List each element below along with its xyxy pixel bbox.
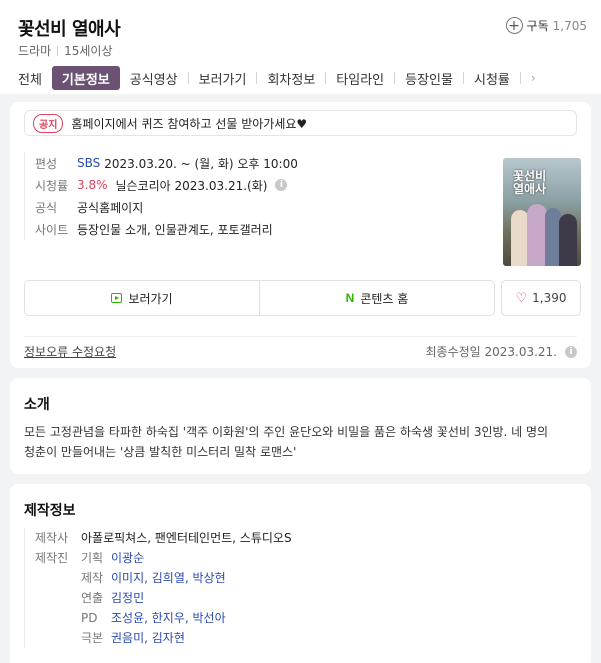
production-value: 아폴로픽쳐스, 팬엔터테인먼트, 스튜디오S [81,531,292,545]
role-value[interactable]: 이광순 [111,548,144,568]
role-label: 연출 [81,591,104,605]
rating-text: 15세이상 [64,44,113,58]
like-count: 1,390 [532,291,567,305]
poster-figure [559,214,577,266]
action-bar: 보러가기 N 콘텐츠 홈 ♡ 1,390 [24,280,581,316]
info-icon[interactable]: i [275,179,288,191]
contents-label: 콘텐츠 홈 [360,291,409,306]
role-row: 제작 이미지, 김희열, 박상현 [81,568,226,588]
tab-characters[interactable]: 등장인물 [395,66,463,90]
subscribe-count: 1,705 [552,18,587,33]
tab-all[interactable]: 전체 [8,66,52,90]
official-homepage-link[interactable]: 공식홈페이지 [77,199,143,216]
section-title: 제작정보 [24,503,76,519]
tab-episodes[interactable]: 회차정보 [257,66,325,90]
genre-text[interactable]: 드라마 [18,44,51,58]
ratings-source: 닐슨코리아 2023.03.21.(화) [115,178,268,193]
tab-official-video[interactable]: 공식영상 [120,66,188,90]
site-links[interactable]: 등장인물 소개, 인물관계도, 포토갤러리 [77,221,273,238]
role-row: 연출 김정민 [81,588,226,608]
staff-roles: 기획 이광순 제작 이미지, 김희열, 박상현 연출 김정민 PD 조성윤, 한… [81,548,226,648]
role-label: 극본 [81,631,104,645]
updated-date: 최종수정일 2023.03.21. i [425,343,577,360]
page-title: 꽃선비 열애사 [18,19,121,40]
role-row: 극본 권음미, 김자현 [81,628,226,648]
info-row-ratings: 시청률 3.8% 닐슨코리아 2023.03.21.(화) i [35,174,484,196]
info-label: 편성 [35,156,58,171]
updated-label: 최종수정일 2023.03.21. [425,345,557,359]
info-icon[interactable]: i [565,345,577,358]
like-button[interactable]: ♡ 1,390 [501,280,581,316]
info-label: 공식 [35,200,58,215]
chevron-right-icon[interactable]: › [521,71,536,85]
production-label: 제작진 [35,551,69,565]
tab-timeline[interactable]: 타임라인 [326,66,394,90]
header: 꽃선비 열애사 드라마 15세이상 + 구독 1,705 전체 기본정보 공식영상… [0,0,601,94]
notice-text: 홈페이지에서 퀴즈 참여하고 선물 받아가세요♥ [71,116,308,131]
action-group: 보러가기 N 콘텐츠 홈 [24,280,495,316]
info-value: 3.8% 닐슨코리아 2023.03.21.(화) i [77,177,288,194]
poster-image[interactable]: 꽃선비 열애사 [503,158,581,266]
contents-home-button[interactable]: N 콘텐츠 홈 [259,281,494,315]
section-title: 소개 [24,397,50,413]
subscribe-label: 구독 [526,19,549,33]
schedule-text: 2023.03.20. ~ (월, 화) 오후 10:00 [104,156,298,171]
plus-icon: + [505,17,523,34]
info-value: SBS 2023.03.20. ~ (월, 화) 오후 10:00 [77,155,298,172]
role-row: PD 조성윤, 한지우, 박선아 [81,608,226,628]
play-icon [111,293,123,303]
tab-basic-info[interactable]: 기본정보 [51,66,120,90]
subscribe-button[interactable]: + 구독 1,705 [505,17,587,34]
tab-bar: 전체 기본정보 공식영상 보러가기 회차정보 타임라인 등장인물 시청률 › [8,66,601,90]
intro-card: 소개 모든 고정관념을 타파한 하숙집 '객주 이화원'의 주인 윤단오와 비밀… [10,378,591,474]
info-row-official: 공식 공식홈페이지 [35,196,484,218]
watch-button[interactable]: 보러가기 [25,281,259,315]
notice-badge: 공지 [33,113,64,133]
naver-n-icon: N [345,291,355,305]
role-value[interactable]: 조성윤, 한지우, 박선아 [111,608,226,628]
channel-link[interactable]: SBS [77,156,100,170]
role-label: 제작 [81,571,104,585]
report-error-link[interactable]: 정보오류 수정요청 [24,343,116,360]
divider [57,46,59,56]
info-card: 공지 홈페이지에서 퀴즈 참여하고 선물 받아가세요♥ 편성 SBS 2023.… [10,102,591,368]
watch-label: 보러가기 [128,291,173,306]
role-value[interactable]: 권음미, 김자현 [111,628,185,648]
production-label: 제작사 [35,531,69,545]
production-row-staff: 제작진 기획 이광순 제작 이미지, 김희열, 박상현 연출 김정민 PD 조성… [35,548,577,648]
notice-banner[interactable]: 공지 홈페이지에서 퀴즈 참여하고 선물 받아가세요♥ [24,110,577,136]
synopsis-text: 모든 고정관념을 타파한 하숙집 '객주 이화원'의 주인 윤단오와 비밀을 품… [24,425,549,459]
role-value[interactable]: 이미지, 김희열, 박상현 [111,568,226,588]
ratings-value[interactable]: 3.8% [77,178,108,192]
poster-figure [527,204,547,266]
poster-title: 꽃선비 열애사 [513,169,547,196]
production-list: 제작사 아폴로픽쳐스, 팬엔터테인먼트, 스튜디오S 제작진 기획 이광순 제작… [24,528,577,648]
meta-line: 드라마 15세이상 [18,42,113,59]
info-label: 시청률 [35,178,69,193]
role-label: PD [81,611,98,625]
production-row-company: 제작사 아폴로픽쳐스, 팬엔터테인먼트, 스튜디오S [35,528,577,548]
info-row-broadcast: 편성 SBS 2023.03.20. ~ (월, 화) 오후 10:00 [35,152,484,174]
tab-watch[interactable]: 보러가기 [189,66,257,90]
role-value[interactable]: 김정민 [111,588,144,608]
info-footer: 정보오류 수정요청 최종수정일 2023.03.21. i [24,336,577,360]
production-card: 제작정보 제작사 아폴로픽쳐스, 팬엔터테인먼트, 스튜디오S 제작진 기획 이… [10,484,591,663]
info-list: 편성 SBS 2023.03.20. ~ (월, 화) 오후 10:00 시청률… [24,152,484,240]
info-row-site: 사이트 등장인물 소개, 인물관계도, 포토갤러리 [35,218,484,240]
info-label: 사이트 [35,222,69,237]
heart-icon: ♡ [515,290,528,306]
role-label: 기획 [81,551,104,565]
role-row: 기획 이광순 [81,548,226,568]
tab-ratings[interactable]: 시청률 [464,66,520,90]
